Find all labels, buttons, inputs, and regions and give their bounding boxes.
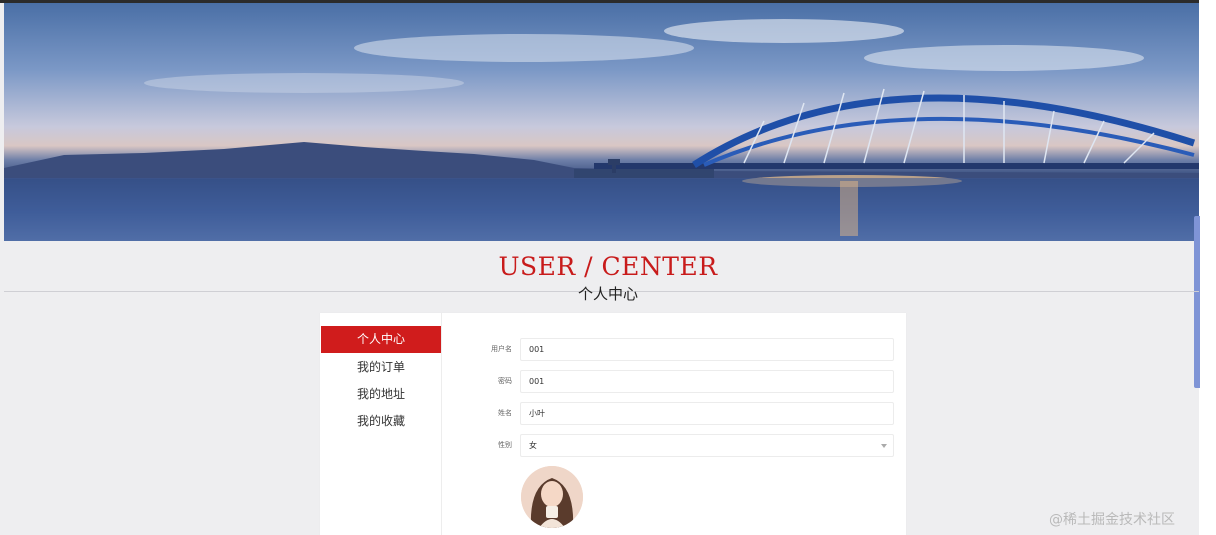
gender-select[interactable]: 女 <box>520 434 894 457</box>
header-banner-image <box>4 3 1199 241</box>
username-input[interactable]: 001 <box>520 338 894 361</box>
gender-label: 性别 <box>498 441 512 449</box>
password-label: 密码 <box>498 377 512 385</box>
username-label: 用户名 <box>491 345 512 353</box>
sidebar-item-favorites[interactable]: 我的收藏 <box>321 408 441 435</box>
gender-select-value: 女 <box>529 441 537 450</box>
bridge-landscape-illustration <box>4 19 1199 241</box>
name-label: 姓名 <box>498 409 512 417</box>
sidebar-item-profile[interactable]: 个人中心 <box>321 326 441 353</box>
sidebar-item-orders[interactable]: 我的订单 <box>321 354 441 381</box>
chevron-down-icon <box>881 444 887 448</box>
page-title-cn: 个人中心 <box>577 285 638 303</box>
sidebar-item-address[interactable]: 我的地址 <box>321 381 441 408</box>
user-avatar[interactable] <box>521 466 583 528</box>
page-title-en: USER / CENTER <box>498 252 718 281</box>
watermark-text: @稀土掘金技术社区 <box>1049 512 1175 528</box>
name-input[interactable]: 小叶 <box>520 402 894 425</box>
sidebar-separator <box>441 313 442 535</box>
avatar-photo-icon <box>521 466 583 528</box>
password-input[interactable]: 001 <box>520 370 894 393</box>
